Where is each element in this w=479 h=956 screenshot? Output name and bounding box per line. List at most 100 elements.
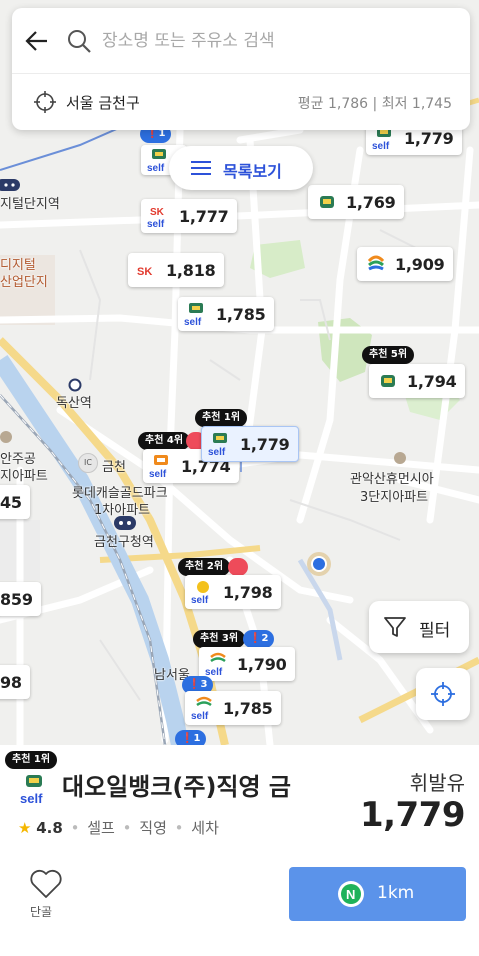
- list-view-label: 목록보기: [223, 162, 282, 181]
- subway-station-icon: [0, 179, 20, 191]
- station-price: 1,779: [404, 128, 454, 148]
- recommend-rank-badge: 추천 5위: [362, 346, 415, 364]
- subway-station-icon: [114, 516, 136, 530]
- station-meta: ★ 4.8 • 셀프 • 직영 • 세차: [18, 817, 219, 838]
- alert-icon: ❗: [181, 733, 194, 744]
- self-brand-logo: self: [208, 431, 234, 458]
- navigate-button[interactable]: N 1km: [289, 867, 466, 921]
- station-detail-sheet[interactable]: 추천 1위 self 대오일뱅크(주)직영 금 휘발유 1,779 ★ 4.8 …: [0, 745, 479, 956]
- svg-text:SK: SK: [137, 266, 152, 278]
- svg-text:self: self: [147, 219, 165, 229]
- self-brand-logo: self: [149, 453, 175, 480]
- station-marker[interactable]: self 1,790: [199, 647, 295, 681]
- search-icon: [68, 30, 91, 53]
- station-marker-selected[interactable]: self 1,779: [201, 426, 299, 462]
- alert-icon: ❗: [188, 679, 201, 690]
- svg-text:self: self: [147, 163, 165, 173]
- s-oil-self-brand-logo: self: [205, 651, 231, 678]
- svg-text:self: self: [149, 469, 167, 479]
- apartment-icon: [394, 452, 406, 464]
- navigation-app-icon: N: [338, 881, 364, 907]
- apartment-icon: [0, 431, 12, 443]
- fuel-type: 휘발유: [409, 771, 465, 795]
- svg-text:SK: SK: [150, 207, 165, 218]
- station-price: 859: [0, 589, 33, 609]
- alert-badge[interactable]: ❗2: [243, 630, 275, 648]
- crosshair-icon: [431, 682, 455, 706]
- filter-icon: [384, 617, 406, 637]
- back-arrow-icon[interactable]: [22, 26, 52, 56]
- station-price: 98: [0, 672, 22, 692]
- station-marker[interactable]: 45: [0, 485, 30, 519]
- map-label: 금천: [102, 460, 126, 475]
- sk-self-brand-logo: SK self: [147, 203, 173, 230]
- alert-count: 2: [261, 633, 269, 644]
- current-location-dot: [307, 552, 331, 576]
- recommend-rank-badge: 추천 1위: [5, 751, 58, 769]
- oilbank-brand-logo: [375, 368, 401, 394]
- map-label: 지아파트: [0, 469, 48, 484]
- station-price: 45: [0, 492, 22, 512]
- heart-icon: [30, 869, 62, 898]
- station-marker[interactable]: SK self 1,777: [141, 199, 237, 233]
- search-input[interactable]: [102, 24, 442, 58]
- map-label: 산업단지: [0, 275, 48, 290]
- station-marker[interactable]: 98: [0, 665, 30, 699]
- station-marker[interactable]: self 1,798: [185, 575, 281, 609]
- map-label: 3단지아파트: [360, 490, 429, 505]
- station-price: 1,769: [346, 192, 396, 212]
- station-marker[interactable]: self 1,785: [185, 691, 281, 725]
- price-summary: 평균 1,786 | 최저 1,745: [297, 96, 452, 112]
- region-label: 서울 금천구: [66, 94, 140, 112]
- s-oil-brand-logo: [363, 251, 389, 277]
- distance-label: 1km: [377, 883, 415, 903]
- favorite-label: 단골: [30, 905, 53, 919]
- station-tag: 직영: [139, 819, 167, 837]
- star-icon: ★: [18, 819, 32, 837]
- station-price: 1,779: [359, 795, 466, 835]
- s-oil-self-brand-logo: self: [191, 695, 217, 722]
- station-marker[interactable]: 1,909: [357, 247, 453, 281]
- station-price: 1,777: [179, 206, 229, 226]
- ic-icon: IC: [78, 453, 98, 473]
- map-label: 금천구청역: [94, 535, 154, 550]
- svg-text:self: self: [191, 711, 209, 721]
- station-tag: 셀프: [87, 819, 115, 837]
- recommend-rank-badge: 추천 2위: [178, 558, 231, 576]
- alert-badge[interactable]: ❗1: [175, 730, 207, 745]
- station-tag: 세차: [191, 819, 219, 837]
- station-price: 1,779: [240, 434, 290, 454]
- region-row[interactable]: 서울 금천구 평균 1,786 | 최저 1,745: [12, 74, 470, 130]
- recommend-rank-badge: 추천 3위: [193, 630, 246, 648]
- alert-icon: ❗: [249, 633, 262, 644]
- svg-text:N: N: [346, 887, 355, 902]
- location-target-icon: [34, 91, 56, 113]
- my-location-button[interactable]: [416, 668, 470, 720]
- station-marker[interactable]: self 1,785: [178, 297, 274, 331]
- station-price: 1,909: [395, 254, 445, 274]
- oilbank-brand-logo: [314, 189, 340, 215]
- svg-text:self: self: [191, 595, 209, 605]
- list-icon: [191, 161, 211, 175]
- self-brand-logo: self: [184, 301, 210, 328]
- svg-text:self: self: [208, 447, 226, 457]
- filter-button[interactable]: 필터: [369, 601, 469, 653]
- station-price: 1,790: [237, 654, 287, 674]
- station-marker[interactable]: SK 1,818: [128, 253, 224, 287]
- station-price: 1,818: [166, 260, 216, 280]
- station-name: 대오일뱅크(주)직영 금: [62, 773, 292, 801]
- svg-text:self: self: [372, 141, 390, 151]
- search-row: [12, 8, 470, 74]
- station-marker[interactable]: 1,769: [308, 185, 404, 219]
- station-price: 1,785: [216, 304, 266, 324]
- recommend-rank-badge: 추천 4위: [138, 432, 191, 450]
- list-view-button[interactable]: 목록보기: [169, 146, 313, 190]
- station-marker[interactable]: 1,794: [369, 364, 465, 398]
- station-price: 1,785: [223, 698, 273, 718]
- search-card: 서울 금천구 평균 1,786 | 최저 1,745: [12, 8, 470, 130]
- favorite-button[interactable]: 단골: [26, 869, 66, 923]
- self-brand-logo: self: [191, 579, 217, 606]
- svg-text:self: self: [205, 667, 223, 677]
- separator-dot: •: [70, 819, 80, 837]
- station-marker[interactable]: 859: [0, 582, 41, 616]
